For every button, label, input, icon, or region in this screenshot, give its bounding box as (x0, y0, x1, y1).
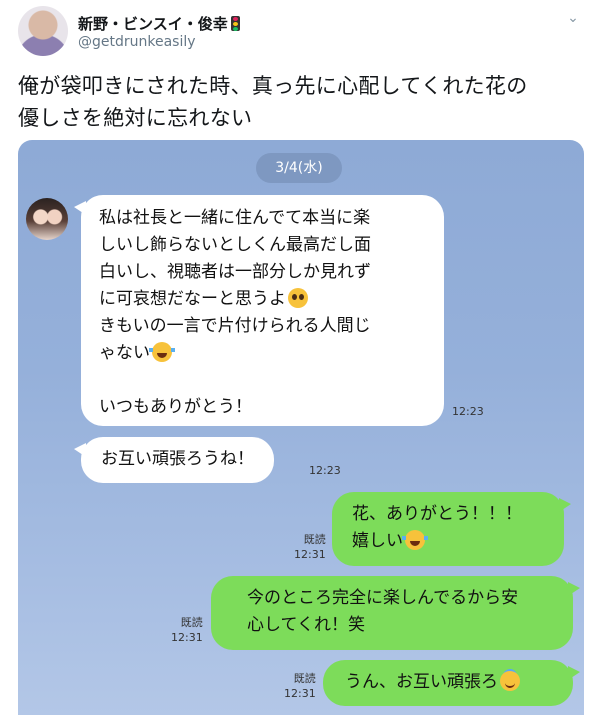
read-label: 既読 (293, 672, 316, 685)
display-name-text: 新野・ビンスイ・俊幸 (78, 15, 228, 33)
message-line: ゃない (99, 343, 150, 363)
message-line: いつもありがとう！ (99, 397, 252, 417)
message-line: 心してくれ！笑 (247, 615, 365, 635)
message-read-status: 既読 12:31 (171, 615, 203, 645)
read-label: 既読 (180, 616, 203, 629)
message-line-blank (99, 367, 426, 394)
message-time: 12:31 (284, 687, 316, 700)
message-bubble-outgoing: うん、お互い頑張ろ (323, 660, 580, 706)
message-line: お互い頑張ろうね！ (101, 449, 254, 469)
message-line: 私は社長と一緒に住んでて本当に楽 (99, 208, 371, 228)
message-time: 12:31 (294, 548, 326, 561)
face-with-tears-of-joy-icon (402, 530, 428, 550)
message-line: 白いし、視聴者は一部分しか見れず (99, 262, 371, 282)
message-read-status: 既読 12:31 (294, 532, 326, 562)
tweet-text: 俺が袋叩きにされた時、真っ先に心配してくれた花の 優しさを絶対に忘れない (18, 70, 580, 134)
attached-chat-screenshot[interactable]: 3/4(水) 私は社長と一緒に住んでて本当に楽 しいし飾らないとしくん最高だし面… (18, 140, 584, 715)
contact-avatar (26, 198, 68, 240)
message-line-with-emoji: に可哀想だなーと思うよ (99, 286, 426, 313)
pleading-face-icon (288, 288, 308, 308)
display-name[interactable]: 新野・ビンスイ・俊幸 (78, 13, 240, 34)
chevron-down-icon[interactable]: ⌄ (564, 10, 582, 28)
traffic-light-icon (230, 16, 240, 31)
message-bubble-incoming: お互い頑張ろうね！ (74, 437, 274, 483)
message-bubble-outgoing: 花、ありがとう！！！ 嬉しい (332, 492, 571, 566)
message-time: 12:23 (452, 405, 484, 418)
smiling-face-with-halo-icon (500, 671, 520, 691)
message-line: うん、お互い頑張ろ (345, 672, 498, 692)
message-line: しいし飾らないとしくん最高だし面 (99, 235, 371, 255)
tweet-header: 新野・ビンスイ・俊幸 @getdrunkeasily ⌄ (18, 6, 588, 56)
message-line: 嬉しい (352, 531, 403, 551)
read-label: 既読 (303, 533, 326, 546)
message-line: 花、ありがとう！！！ (352, 504, 522, 524)
message-line: 今のところ完全に楽しんでるから安 (247, 588, 519, 608)
message-bubble-outgoing: 今のところ完全に楽しんでるから安 心してくれ！笑 (211, 576, 580, 650)
message-time: 12:31 (171, 631, 203, 644)
message-line: きもいの一言で片付けられる人間じ (99, 316, 371, 336)
message-line: に可哀想だなーと思うよ (99, 289, 286, 309)
message-line-with-emoji: 嬉しい (352, 528, 548, 555)
message-line-with-emoji: うん、お互い頑張ろ (345, 669, 557, 696)
tweet-text-line: 俺が袋叩きにされた時、真っ先に心配してくれた花の (18, 74, 528, 98)
date-separator: 3/4(水) (256, 153, 342, 183)
tweet-text-line: 優しさを絶対に忘れない (18, 106, 253, 130)
user-avatar[interactable] (18, 6, 68, 56)
message-read-status: 既読 12:31 (284, 671, 316, 701)
message-line-with-emoji: ゃない (99, 340, 426, 367)
user-handle[interactable]: @getdrunkeasily (78, 34, 196, 50)
message-time: 12:23 (309, 464, 341, 477)
face-with-tears-of-joy-icon (149, 342, 175, 362)
message-bubble-incoming: 私は社長と一緒に住んでて本当に楽 しいし飾らないとしくん最高だし面 白いし、視聴… (74, 195, 444, 426)
